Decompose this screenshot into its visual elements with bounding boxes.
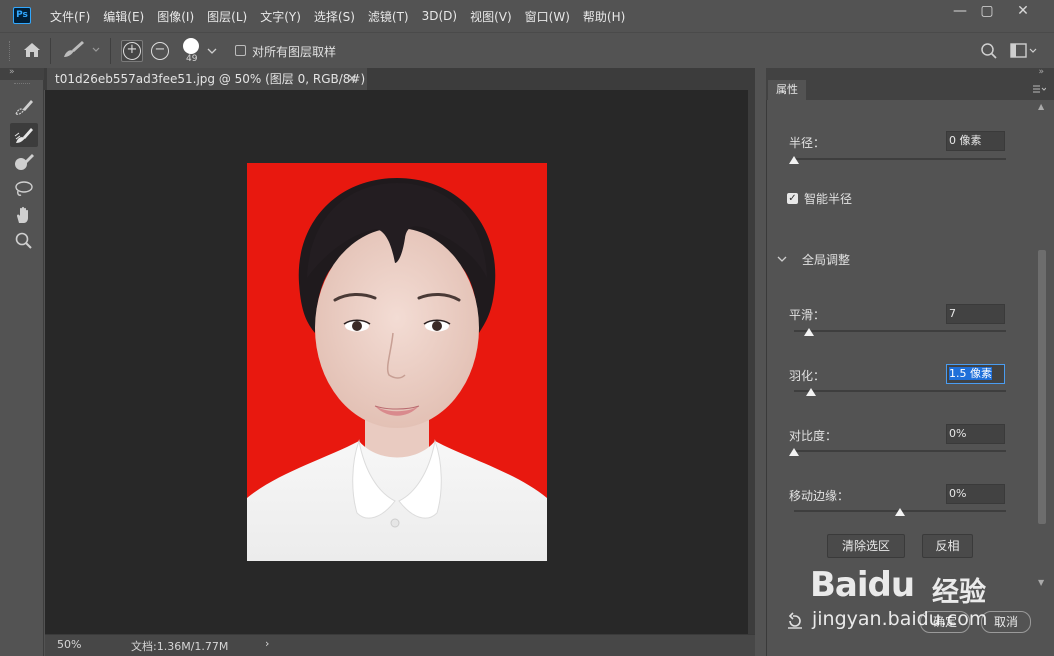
- menu-image[interactable]: 图像(I): [157, 8, 194, 25]
- zoom-icon: [15, 232, 32, 249]
- radius-input[interactable]: 0 像素: [946, 131, 1005, 151]
- search-icon[interactable]: [980, 42, 998, 63]
- contrast-slider-thumb[interactable]: [789, 448, 799, 456]
- menu-file[interactable]: 文件(F): [50, 8, 90, 25]
- contrast-label: 对比度：: [789, 429, 838, 443]
- status-bar: 50% 文档:1.36M/1.77M ›: [45, 634, 755, 656]
- tool-brush[interactable]: [10, 150, 38, 174]
- menu-type[interactable]: 文字(Y): [260, 8, 301, 25]
- feather-slider-thumb[interactable]: [806, 388, 816, 396]
- feather-value-selected: 1.5 像素: [949, 367, 992, 380]
- brush-size-value: 49: [186, 54, 198, 64]
- zoom-level[interactable]: 50%: [57, 638, 81, 651]
- sample-all-layers-checkbox[interactable]: [235, 45, 246, 56]
- panel-tab-row: [766, 80, 1054, 100]
- menu-view[interactable]: 视图(V): [470, 8, 512, 25]
- quick-selection-icon: [15, 100, 33, 115]
- add-mode-button[interactable]: +: [121, 40, 143, 62]
- maximize-button[interactable]: ▢: [970, 0, 1004, 22]
- brush-preview-icon[interactable]: [183, 38, 199, 54]
- cancel-button[interactable]: 取消: [981, 611, 1031, 633]
- smooth-input[interactable]: 7: [946, 304, 1005, 324]
- invert-button[interactable]: 反相: [922, 534, 973, 558]
- menu-help[interactable]: 帮助(H): [583, 8, 625, 25]
- radius-label: 半径：: [789, 136, 826, 150]
- feather-slider-track[interactable]: [794, 390, 1006, 392]
- brush-icon: [15, 154, 34, 170]
- smart-radius-label: 智能半径: [804, 192, 853, 206]
- shift-edge-input[interactable]: 0%: [946, 484, 1005, 504]
- options-grip: [9, 41, 15, 61]
- menu-select[interactable]: 选择(S): [314, 8, 355, 25]
- menu-edit[interactable]: 编辑(E): [103, 8, 144, 25]
- close-tab-icon[interactable]: ×: [347, 71, 357, 85]
- menu-3d[interactable]: 3D(D): [422, 9, 457, 23]
- panel-menu-icon[interactable]: [1032, 84, 1047, 99]
- tool-refine-edge-brush[interactable]: [10, 123, 38, 147]
- tool-lasso[interactable]: [10, 177, 38, 201]
- smooth-label: 平滑：: [789, 308, 826, 322]
- menu-items: 文件(F) 编辑(E) 图像(I) 图层(L) 文字(Y) 选择(S) 滤镜(T…: [50, 0, 638, 32]
- photoshop-logo-icon: Ps: [13, 7, 31, 24]
- contrast-slider-track[interactable]: [794, 450, 1006, 452]
- collapse-section-chevron-icon[interactable]: [776, 253, 788, 267]
- tool-preset-picker[interactable]: [60, 39, 100, 64]
- menu-filter[interactable]: 滤镜(T): [368, 8, 409, 25]
- watermark-url: jingyan.baidu.com: [812, 608, 988, 630]
- scroll-up-icon[interactable]: ▲: [1038, 102, 1044, 111]
- menu-layer[interactable]: 图层(L): [207, 8, 247, 25]
- toolbar-grip: [14, 83, 30, 85]
- scroll-down-icon[interactable]: ▼: [1038, 578, 1044, 587]
- smart-radius-checkbox[interactable]: ✓: [787, 193, 798, 204]
- document-image[interactable]: [247, 163, 547, 561]
- separator: [50, 38, 51, 64]
- shift-edge-slider-thumb[interactable]: [895, 508, 905, 516]
- global-adjustments-label: 全局调整: [802, 253, 851, 267]
- reset-icon[interactable]: [786, 612, 804, 633]
- close-window-button[interactable]: ✕: [1006, 0, 1040, 22]
- watermark-product: 经验: [932, 577, 986, 608]
- tool-zoom[interactable]: [10, 229, 38, 253]
- contrast-input[interactable]: 0%: [946, 424, 1005, 444]
- subtract-circle-icon[interactable]: −: [151, 42, 169, 60]
- brush-dropdown-chevron-icon[interactable]: [207, 44, 217, 58]
- radius-slider-track[interactable]: [794, 158, 1006, 160]
- doc-info: 文档:1.36M/1.77M: [131, 640, 229, 653]
- watermark-brand: Baidu: [810, 565, 915, 605]
- radius-slider-thumb[interactable]: [789, 156, 799, 164]
- tool-hand[interactable]: [10, 203, 38, 227]
- status-menu-arrow-icon[interactable]: ›: [265, 637, 269, 650]
- smooth-slider-track[interactable]: [794, 330, 1006, 332]
- smooth-slider-thumb[interactable]: [804, 328, 814, 336]
- sample-all-layers-label: 对所有图层取样: [252, 45, 337, 59]
- clear-selection-button[interactable]: 清除选区: [827, 534, 905, 558]
- hand-icon: [17, 206, 28, 223]
- refine-edge-brush-icon: [14, 128, 33, 143]
- menu-window[interactable]: 窗口(W): [525, 8, 570, 25]
- panel-scrollbar-thumb[interactable]: [1038, 250, 1046, 524]
- canvas-vertical-scrollbar[interactable]: [748, 90, 755, 634]
- shift-edge-label: 移动边缘：: [789, 489, 850, 503]
- add-circle-icon: +: [123, 42, 141, 60]
- tab-properties[interactable]: 属性: [768, 80, 806, 100]
- collapse-toolbar-icon[interactable]: »: [9, 67, 15, 77]
- separator: [110, 38, 111, 64]
- panel-dock-header: »: [766, 67, 1054, 80]
- toolbar-header: »: [0, 67, 44, 80]
- feather-input[interactable]: 1.5 像素: [946, 364, 1005, 384]
- tool-quick-selection[interactable]: [10, 95, 38, 119]
- collapse-panel-icon[interactable]: »: [1038, 67, 1044, 77]
- lasso-icon: [15, 181, 33, 196]
- feather-label: 羽化：: [789, 369, 826, 383]
- document-tab[interactable]: t01d26eb557ad3fee51.jpg @ 50% (图层 0, RGB…: [47, 68, 367, 90]
- workspace-icon[interactable]: [1010, 43, 1038, 62]
- portrait-photo: [247, 163, 547, 561]
- home-icon[interactable]: [22, 40, 42, 63]
- refine-brush-preset-icon: [64, 41, 100, 57]
